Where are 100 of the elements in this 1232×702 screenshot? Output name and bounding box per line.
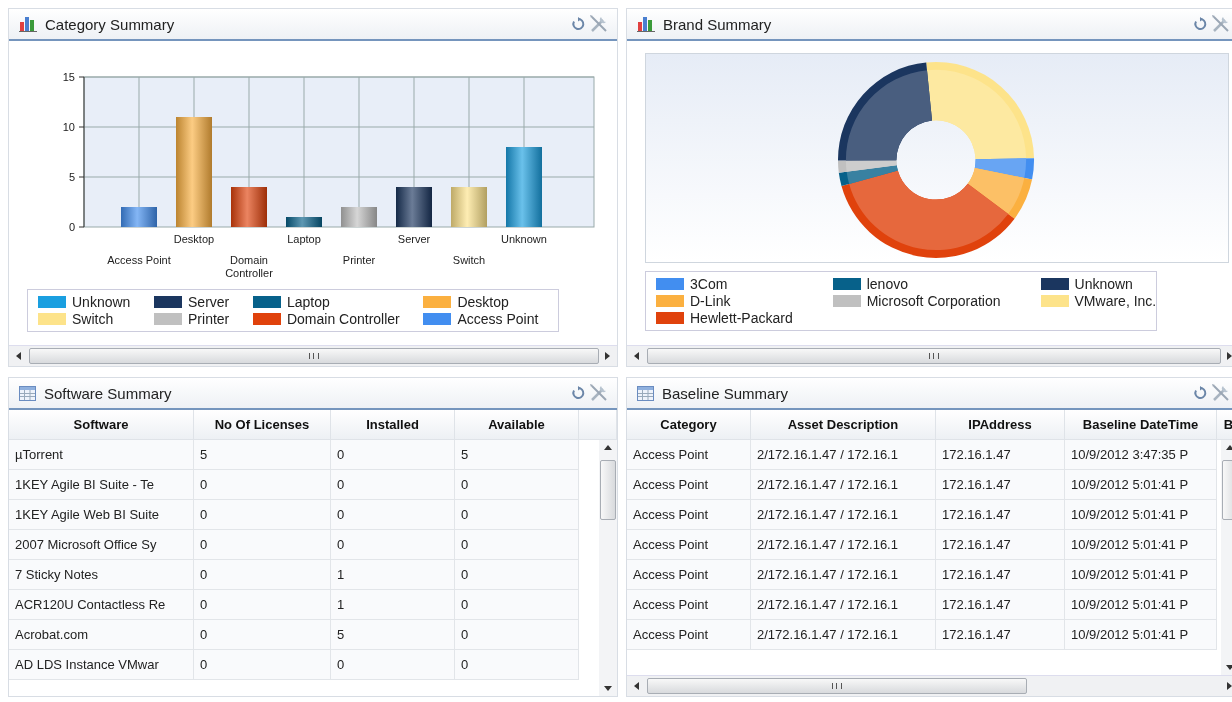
left-arrow-icon[interactable] [633, 681, 641, 691]
table-cell: 0 [194, 560, 331, 590]
table-cell: 2/172.16.1.47 / 172.16.1 [751, 440, 936, 470]
column-header[interactable]: Asset Description [751, 410, 936, 440]
down-arrow-icon[interactable] [1225, 663, 1232, 671]
bar-chart-icon [19, 16, 37, 32]
table-cell: 172.16.1.47 [936, 560, 1065, 590]
table-cell: 5 [331, 620, 455, 650]
table-cell: 0 [455, 620, 579, 650]
bar-chart-icon [637, 16, 655, 32]
table-cell: 172.16.1.47 [936, 590, 1065, 620]
right-arrow-icon[interactable] [1225, 681, 1232, 691]
column-header[interactable]: Installed [331, 410, 455, 440]
left-arrow-icon[interactable] [15, 351, 23, 361]
table-cell: 0 [331, 500, 455, 530]
refresh-icon[interactable] [571, 386, 585, 400]
category-label: Switch [452, 254, 486, 266]
table-cell: 10/9/2012 5:01:41 P [1065, 560, 1217, 590]
panel-title: Software Summary [44, 384, 173, 402]
table-cell: Access Point [627, 590, 751, 620]
legend-label: Printer [188, 311, 230, 327]
table-cell: 0 [455, 560, 579, 590]
table-cell: 10/9/2012 5:01:41 P [1065, 500, 1217, 530]
refresh-icon[interactable] [571, 17, 585, 31]
table-cell: Access Point [627, 500, 751, 530]
bar [121, 207, 157, 227]
table-cell: 0 [194, 650, 331, 680]
left-arrow-icon[interactable] [633, 351, 641, 361]
column-header[interactable]: Available [455, 410, 579, 440]
panel-title: Brand Summary [663, 15, 773, 33]
table-cell: 10/9/2012 5:01:41 P [1065, 470, 1217, 500]
legend-label: Server [188, 294, 230, 310]
legend-label: Desktop [457, 294, 509, 310]
category-label: Unknown [501, 233, 547, 245]
table-cell: Access Point [627, 530, 751, 560]
up-arrow-icon[interactable] [1225, 444, 1232, 452]
column-header[interactable]: Baseline DateTime [1065, 410, 1217, 440]
table-icon [637, 385, 654, 401]
column-header[interactable]: Software [9, 410, 194, 440]
table-cell: 1KEY Agile Web BI Suite [9, 500, 194, 530]
table-cell: 2007 Microsoft Office Sy [9, 530, 194, 560]
legend-label: Switch [72, 311, 114, 327]
column-header[interactable]: IPAddress [936, 410, 1065, 440]
table-cell: 5 [194, 440, 331, 470]
table-cell: 172.16.1.47 [936, 470, 1065, 500]
table-cell: 0 [455, 590, 579, 620]
scrollbar-thumb[interactable] [29, 348, 599, 364]
refresh-icon[interactable] [1193, 386, 1207, 400]
table-cell: ACR120U Contactless Re [9, 590, 194, 620]
table-cell: 0 [331, 440, 455, 470]
legend-label: 3Com [690, 276, 728, 292]
table-cell: 1 [331, 590, 455, 620]
table-cell: 10/9/2012 5:01:41 P [1065, 620, 1217, 650]
category-label: Domain Controller [225, 254, 273, 279]
refresh-icon[interactable] [1193, 17, 1207, 31]
table-cell: Access Point [627, 560, 751, 590]
table-cell: 0 [455, 500, 579, 530]
table-cell: 7 Sticky Notes [9, 560, 194, 590]
legend-label: VMware, Inc. [1074, 293, 1157, 309]
table-cell: 2/172.16.1.47 / 172.16.1 [751, 500, 936, 530]
category-label: Printer [342, 254, 376, 266]
table-cell: 172.16.1.47 [936, 500, 1065, 530]
axis-tick-label: 10 [62, 121, 75, 133]
column-header[interactable]: Category [627, 410, 751, 440]
up-arrow-icon[interactable] [603, 444, 613, 452]
table-cell: 0 [455, 650, 579, 680]
table-cell: 0 [194, 530, 331, 560]
category-label: Laptop [287, 233, 321, 245]
right-arrow-icon[interactable] [1225, 351, 1232, 361]
table-cell: 0 [331, 650, 455, 680]
tools-icon[interactable] [1211, 14, 1231, 34]
legend-label: Microsoft Corporation [866, 293, 1001, 309]
horizontal-scrollbar[interactable] [9, 345, 617, 366]
scrollbar-thumb[interactable] [600, 460, 616, 520]
table-cell: 0 [194, 500, 331, 530]
category-label: Server [397, 233, 431, 245]
table-cell: 2/172.16.1.47 / 172.16.1 [751, 560, 936, 590]
scrollbar-thumb[interactable] [647, 678, 1027, 694]
legend-label: Domain Controller [286, 311, 400, 327]
tools-icon[interactable] [589, 383, 609, 403]
axis-tick-label: 0 [68, 221, 75, 233]
table-cell: Access Point [627, 620, 751, 650]
category-label: Desktop [173, 233, 215, 245]
column-header[interactable]: No Of Licenses [194, 410, 331, 440]
axis-tick-label: 15 [62, 71, 75, 83]
table-cell: µTorrent [9, 440, 194, 470]
tools-icon[interactable] [589, 14, 609, 34]
horizontal-scrollbar[interactable] [627, 675, 1232, 696]
table-cell: 10/9/2012 3:47:35 P [1065, 440, 1217, 470]
bar [286, 217, 322, 227]
table-cell: 1KEY Agile BI Suite - Te [9, 470, 194, 500]
down-arrow-icon[interactable] [603, 684, 613, 692]
horizontal-scrollbar[interactable] [627, 345, 1232, 366]
vertical-scrollbar[interactable] [599, 440, 617, 696]
table-cell: 2/172.16.1.47 / 172.16.1 [751, 530, 936, 560]
tools-icon[interactable] [1211, 383, 1231, 403]
right-arrow-icon[interactable] [603, 351, 611, 361]
table-cell: 2/172.16.1.47 / 172.16.1 [751, 590, 936, 620]
scrollbar-thumb[interactable] [647, 348, 1221, 364]
table-cell: 172.16.1.47 [936, 530, 1065, 560]
